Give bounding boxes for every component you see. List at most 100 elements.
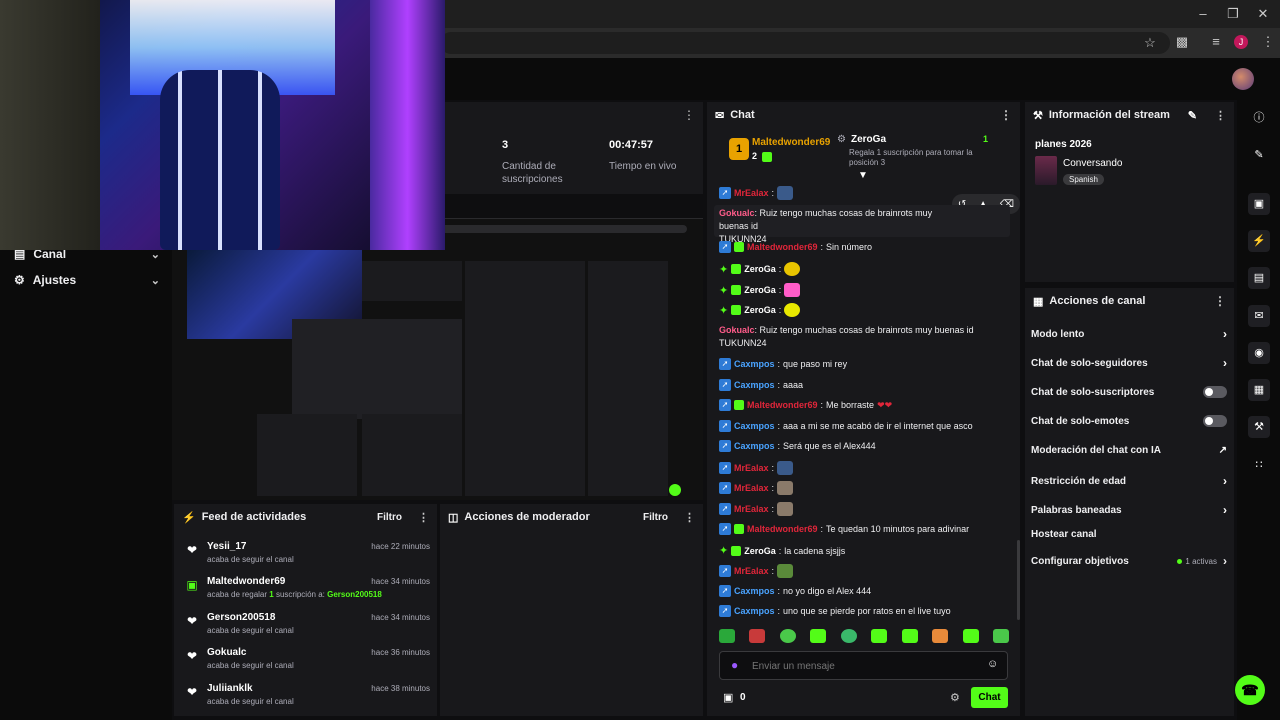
chat-username[interactable]: Caxmpos [734, 359, 775, 369]
feed-user[interactable]: Gokualc [207, 647, 246, 658]
kebab-menu-icon[interactable]: ⋮ [1000, 108, 1012, 122]
chat-text: uno que se pierde por ratos en el live t… [783, 606, 951, 616]
chat-username[interactable]: Caxmpos [734, 441, 775, 451]
chat-username[interactable]: Caxmpos [734, 380, 775, 390]
bookmark-star-icon[interactable]: ☆ [1140, 35, 1160, 51]
emote-button[interactable] [901, 629, 918, 643]
close-icon[interactable]: ✕ [1253, 6, 1273, 22]
emote-button[interactable] [749, 629, 766, 643]
feed-user[interactable]: Gerson200518 [207, 612, 275, 623]
emoji-icon[interactable]: ☺ [987, 658, 998, 670]
chat-icon[interactable]: ✉ [1248, 305, 1270, 327]
feed-user[interactable]: Yesii_17 [207, 541, 246, 552]
extensions-icon[interactable]: ▩ [1172, 34, 1192, 50]
kebab-menu-icon[interactable]: ⋮ [1214, 294, 1226, 308]
chat-username[interactable]: MrEalax [734, 188, 769, 198]
focus-icon[interactable]: ▣ [1248, 193, 1270, 215]
emote-button[interactable] [810, 629, 827, 643]
badge-icon: ➚ [719, 241, 731, 253]
chat-message: ➚ MrEalax: [719, 186, 794, 200]
chat-username[interactable]: Maltedwonder69 [747, 400, 818, 410]
send-chat-button[interactable]: Chat [971, 687, 1008, 708]
emote-button[interactable] [840, 629, 857, 643]
emote-button[interactable] [871, 629, 888, 643]
chat-username[interactable]: Maltedwonder69 [747, 524, 818, 534]
category-thumbnail[interactable] [1035, 156, 1057, 185]
chat-message: ➚ MrEalax: [719, 502, 794, 516]
gift-badge-icon [731, 285, 742, 295]
chat-username[interactable]: Gokualc [719, 208, 755, 218]
sidebar-item-ajustes[interactable]: ⚙ Ajustes ⌄ [14, 273, 160, 287]
chat-username[interactable]: MrEalax [734, 463, 769, 473]
help-support-button[interactable]: ☎ [1235, 675, 1265, 705]
subscribers-only-toggle[interactable] [1203, 386, 1227, 398]
emote-button[interactable] [932, 629, 949, 643]
emotes-only-toggle[interactable] [1203, 415, 1227, 427]
lightning-icon[interactable]: ⚡ [1248, 230, 1270, 252]
profile-avatar[interactable]: J [1234, 35, 1248, 49]
feed-filter-button[interactable]: Filtro [377, 512, 402, 523]
address-bar[interactable]: ☆ [440, 32, 1170, 54]
browser-menu-icon[interactable]: ⋮ [1258, 34, 1278, 50]
gift-top-name[interactable]: ZeroGa [851, 134, 886, 145]
layout-icon[interactable]: ▦ [1248, 379, 1270, 401]
action-banned-words[interactable]: Palabras baneadas › [1031, 503, 1227, 517]
gift-icon: ▣ [186, 578, 198, 592]
info-icon[interactable]: ⓘ [1248, 107, 1270, 129]
feed-user[interactable]: Maltedwonder69 [207, 576, 285, 587]
emote-button[interactable] [992, 629, 1009, 643]
chat-username[interactable]: ZeroGa [744, 305, 776, 315]
chat-input[interactable] [752, 657, 972, 675]
collapse-chevron-icon[interactable]: ▼ [858, 170, 868, 181]
restore-icon[interactable]: ❐ [1223, 6, 1243, 22]
chat-username[interactable]: Maltedwonder69 [747, 242, 818, 252]
action-ai-moderation[interactable]: Moderación del chat con IA ↗ [1031, 445, 1227, 456]
kebab-menu-icon[interactable]: ⋮ [683, 108, 695, 122]
feed-user[interactable]: Juliianklk [207, 683, 253, 694]
chat-scrollbar[interactable] [1017, 540, 1020, 620]
kebab-menu-icon[interactable]: ⋮ [418, 511, 429, 524]
kebab-menu-icon[interactable]: ⋮ [684, 511, 695, 524]
gear-icon[interactable]: ⚙ [950, 691, 960, 704]
heart-icon: ❤ [186, 614, 198, 628]
chat-username[interactable]: Gokualc [719, 325, 755, 335]
action-age-restriction[interactable]: Restricción de edad › [1031, 474, 1227, 488]
chat-username[interactable]: MrEalax [734, 504, 769, 514]
chat-username[interactable]: ZeroGa [744, 546, 776, 556]
category-name[interactable]: Conversando [1063, 158, 1122, 169]
leader-name[interactable]: Maltedwonder69 [752, 137, 830, 148]
feed-desc-target[interactable]: Gerson200518 [327, 590, 382, 599]
kebab-menu-icon[interactable]: ⋮ [1215, 109, 1226, 122]
chat-username[interactable]: Caxmpos [734, 421, 775, 431]
action-configure-goals[interactable]: Configurar objetivos 1 activas › [1031, 554, 1227, 568]
webcam-neon-light [370, 0, 445, 250]
document-icon[interactable]: ▤ [1248, 267, 1270, 289]
edit-icon[interactable]: ✎ [1248, 144, 1270, 166]
media-icon[interactable]: ≡ [1206, 34, 1226, 49]
action-slow-mode[interactable]: Modo lento › [1031, 327, 1227, 341]
microphone-icon[interactable]: ● [731, 658, 738, 672]
chat-message: ➚ MrEalax: [719, 481, 794, 495]
chat-username[interactable]: MrEalax [734, 566, 769, 576]
emote-button[interactable] [779, 629, 796, 643]
chat-username[interactable]: ZeroGa [744, 264, 776, 274]
chat-username[interactable]: ZeroGa [744, 285, 776, 295]
chat-username[interactable]: Caxmpos [734, 606, 775, 616]
broadcast-icon[interactable]: ◉ [1248, 342, 1270, 364]
preview-feed [257, 414, 357, 496]
apps-icon[interactable]: ∷ [1248, 454, 1270, 476]
user-avatar[interactable] [1232, 68, 1254, 90]
chat-username[interactable]: Caxmpos [734, 586, 775, 596]
moderator-filter-button[interactable]: Filtro [643, 512, 668, 523]
wrench-icon[interactable]: ⚒ [1248, 416, 1270, 438]
sparkle-icon: ✦ [719, 284, 729, 297]
chat-text: Te quedan 10 minutos para adivinar [826, 524, 970, 534]
edit-pencil-icon[interactable]: ✎ [1188, 109, 1197, 122]
emote-button[interactable] [719, 629, 735, 643]
action-followers-only[interactable]: Chat de solo-seguidores › [1031, 356, 1227, 370]
gift-box-icon[interactable]: ▣ [723, 691, 733, 704]
action-host-channel[interactable]: Hostear canal [1031, 529, 1227, 540]
minimize-icon[interactable]: – [1193, 6, 1213, 21]
emote-button[interactable] [962, 629, 979, 643]
chat-username[interactable]: MrEalax [734, 483, 769, 493]
